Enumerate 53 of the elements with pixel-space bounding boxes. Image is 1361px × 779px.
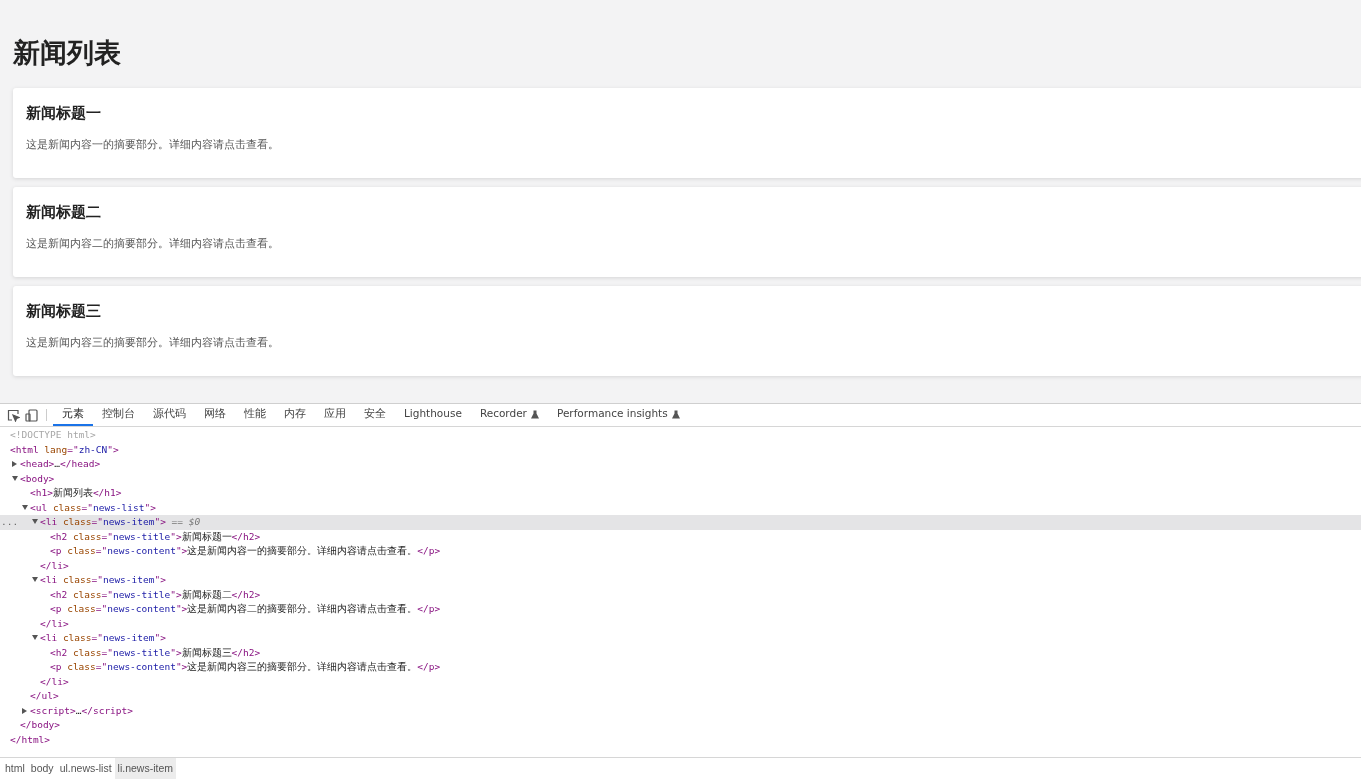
closing-tag-line[interactable]: </ul> (0, 689, 1361, 704)
expanded-triangle-icon[interactable] (32, 635, 38, 640)
news-summary: 这是新闻内容三的摘要部分。详细内容请点击查看。 (26, 335, 279, 349)
collapsed-triangle-icon[interactable] (12, 461, 17, 467)
dom-node-row[interactable]: <p class="news-content">这是新闻内容二的摘要部分。详细内容请点击查看。</p> (0, 602, 1361, 617)
devtools-tab[interactable]: 元素 (53, 404, 93, 426)
news-summary: 这是新闻内容一的摘要部分。详细内容请点击查看。 (26, 137, 279, 151)
devtools-tab[interactable]: 控制台 (93, 404, 144, 426)
dom-node-row[interactable]: ... <li class="news-item"> == $0 (0, 515, 1361, 530)
closing-tag-line[interactable]: </li> (0, 558, 1361, 573)
dom-node-row[interactable]: <h2 class="news-title">新闻标题三</h2> (0, 645, 1361, 660)
devtools-tab[interactable]: 性能 (235, 404, 275, 426)
dom-node-row[interactable]: <h2 class="news-title">新闻标题一</h2> (0, 529, 1361, 544)
expanded-triangle-icon[interactable] (32, 519, 38, 524)
devtools-tab[interactable]: Performance insights (547, 404, 689, 426)
devtools-tab[interactable]: 安全 (355, 404, 395, 426)
news-title: 新闻标题二 (26, 202, 101, 222)
dom-node-row[interactable]: <h1>新闻列表</h1> (0, 486, 1361, 501)
devtools-tab[interactable]: 应用 (315, 404, 355, 426)
devtools-tab[interactable]: Lighthouse (395, 404, 471, 426)
breadcrumb[interactable]: ul.news-list (56, 758, 115, 779)
news-summary: 这是新闻内容二的摘要部分。详细内容请点击查看。 (26, 236, 279, 250)
devtools-tab[interactable]: 网络 (195, 404, 235, 426)
page-heading: 新闻列表 (13, 36, 121, 70)
devtools-tab[interactable]: Recorder (470, 404, 548, 426)
closing-tag-line[interactable]: </li> (0, 674, 1361, 689)
dom-node-row[interactable]: <body> (0, 471, 1361, 486)
dom-node-row[interactable]: <li class="news-item"> (0, 631, 1361, 646)
devtools-tab[interactable]: 源代码 (144, 404, 195, 426)
dom-node-row[interactable]: <li class="news-item"> (0, 573, 1361, 588)
dom-node-row[interactable]: <head>…</head> (0, 457, 1361, 472)
breadcrumb[interactable]: li.news-item (114, 758, 176, 779)
expanded-triangle-icon[interactable] (32, 577, 38, 582)
breadcrumb[interactable]: body (27, 758, 57, 779)
expanded-triangle-icon[interactable] (12, 475, 18, 481)
dom-node-row[interactable]: <h2 class="news-title">新闻标题二</h2> (0, 587, 1361, 602)
device-toolbar-icon[interactable] (24, 408, 38, 422)
dom-node-row[interactable]: <html lang="zh-CN"> (0, 442, 1361, 457)
collapsed-triangle-icon[interactable] (22, 707, 27, 714)
dom-node-row[interactable]: <ul class="news-list"> (0, 500, 1361, 515)
dom-node-row[interactable]: <p class="news-content">这是新闻内容一的摘要部分。详细内容请点击查看。</p> (0, 544, 1361, 559)
closing-tag-line[interactable]: </body> (0, 718, 1361, 733)
closing-tag-line[interactable]: </li> (0, 616, 1361, 631)
news-title: 新闻标题三 (26, 301, 101, 321)
breadcrumb[interactable]: html (2, 758, 28, 779)
news-title: 新闻标题一 (26, 103, 101, 123)
more-dots[interactable]: ... (1, 515, 19, 530)
dom-node-row[interactable]: <p class="news-content">这是新闻内容三的摘要部分。详细内容请点击查看。</p> (0, 660, 1361, 675)
closing-tag-line[interactable]: </html> (0, 732, 1361, 747)
devtools-tab[interactable]: 内存 (275, 404, 315, 426)
inspect-element-icon[interactable] (6, 408, 20, 422)
dom-node-row[interactable]: <script>…</script> (0, 703, 1361, 718)
expanded-triangle-icon[interactable] (22, 504, 28, 510)
